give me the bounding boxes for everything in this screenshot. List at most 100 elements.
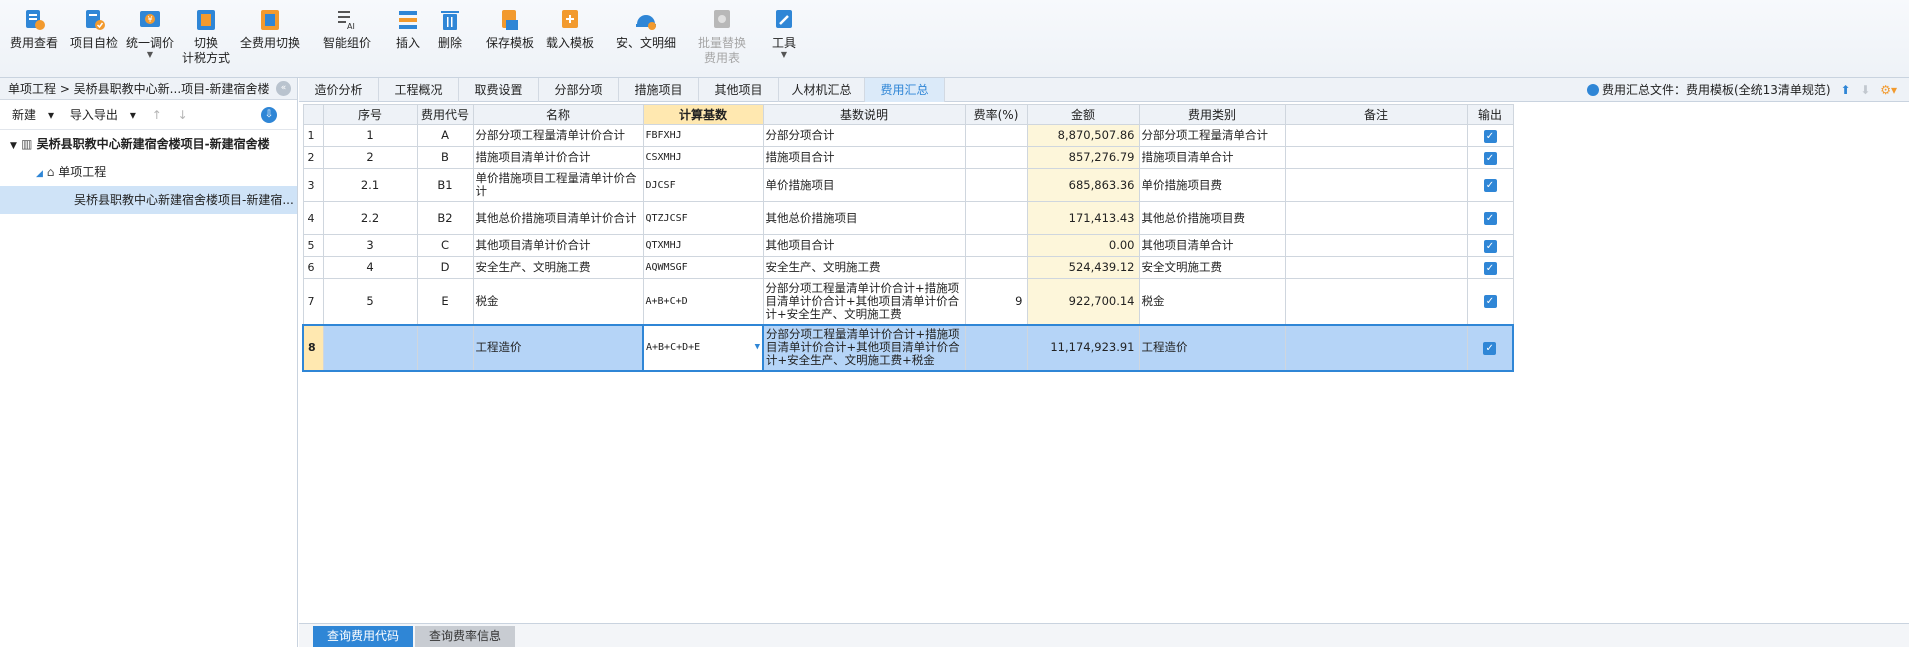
table-row[interactable]: 1 1 A 分部分项工程量清单计价合计 FBFXHJ 分部分项合计 8,870,… <box>302 124 1514 147</box>
name-cell[interactable]: 其他项目清单计价合计 <box>472 234 644 257</box>
seq-cell[interactable]: 2.1 <box>322 168 418 202</box>
dropdown-caret-icon[interactable]: ▼ <box>755 341 760 354</box>
collapse-arrow-icon[interactable]: ▼ <box>10 141 17 151</box>
tree-item-unit-project[interactable]: 吴桥县职教中心新建宿舍楼项目-新建宿... <box>0 186 297 214</box>
tab-other-items[interactable]: 其他项目 <box>699 78 779 102</box>
checkbox-checked-icon[interactable]: ✓ <box>1483 239 1497 253</box>
tab-query-fee-rate[interactable]: 查询费率信息 <box>415 626 516 647</box>
name-cell[interactable]: 工程造价 <box>472 323 644 372</box>
output-checkbox[interactable]: ✓ <box>1466 256 1514 279</box>
rate-cell[interactable]: 9 <box>964 278 1028 325</box>
rate-cell[interactable] <box>964 256 1028 279</box>
checkbox-checked-icon[interactable]: ✓ <box>1483 261 1497 275</box>
name-cell[interactable]: 其他总价措施项目清单计价合计 <box>472 201 644 235</box>
output-checkbox[interactable]: ✓ <box>1466 278 1514 325</box>
code-cell[interactable]: A <box>416 124 474 147</box>
output-checkbox[interactable]: ✓ <box>1466 146 1514 169</box>
category-cell[interactable]: 分部分项工程量清单合计 <box>1138 124 1286 147</box>
tree-root-project[interactable]: ▼ ▥ 吴桥县职教中心新建宿舍楼项目-新建宿舍楼 <box>0 130 297 158</box>
name-cell[interactable]: 措施项目清单计价合计 <box>472 146 644 169</box>
name-cell[interactable]: 分部分项工程量清单计价合计 <box>472 124 644 147</box>
category-cell[interactable]: 其他总价措施项目费 <box>1138 201 1286 235</box>
checkbox-checked-icon[interactable]: ✓ <box>1483 341 1497 355</box>
remark-cell[interactable] <box>1284 256 1468 279</box>
checkbox-checked-icon[interactable]: ✓ <box>1483 151 1497 165</box>
tab-labor-material-summary[interactable]: 人材机汇总 <box>779 78 865 102</box>
rate-cell[interactable] <box>964 124 1028 147</box>
remark-cell[interactable] <box>1284 124 1468 147</box>
column-header[interactable]: 名称 <box>472 104 644 125</box>
breadcrumb-text[interactable]: 单项工程 > 吴桥县职教中心新...项目-新建宿舍楼 <box>8 82 269 96</box>
table-row[interactable]: 6 4 D 安全生产、文明施工费 AQWMSGF 安全生产、文明施工费 524,… <box>302 256 1514 279</box>
seq-cell[interactable]: 4 <box>322 256 418 279</box>
column-header[interactable]: 费率(%) <box>964 104 1028 125</box>
basis-value[interactable]: A+B+C+D+E <box>646 342 700 353</box>
tools-button[interactable]: 工具 ▼ <box>766 8 802 59</box>
seq-cell[interactable] <box>322 323 418 372</box>
seq-cell[interactable]: 1 <box>322 124 418 147</box>
code-cell[interactable]: B2 <box>416 201 474 235</box>
tab-query-fee-code[interactable]: 查询费用代码 <box>313 626 414 647</box>
remark-cell[interactable] <box>1284 278 1468 325</box>
table-row[interactable]: 4 2.2 B2 其他总价措施项目清单计价合计 QTZJCSF 其他总价措施项目… <box>302 201 1514 235</box>
output-checkbox[interactable]: ✓ <box>1466 201 1514 235</box>
tab-cost-analysis[interactable]: 造价分析 <box>299 78 379 102</box>
name-cell[interactable]: 税金 <box>472 278 644 325</box>
code-cell[interactable]: E <box>416 278 474 325</box>
category-cell[interactable]: 单价措施项目费 <box>1138 168 1286 202</box>
table-row[interactable]: 3 2.1 B1 单价措施项目工程量清单计价合计 DJCSF 单价措施项目 68… <box>302 168 1514 202</box>
column-header[interactable]: 计算基数 <box>642 104 764 125</box>
tab-fee-summary[interactable]: 费用汇总 <box>865 78 945 102</box>
remark-cell[interactable] <box>1284 323 1468 372</box>
batch-replace-button[interactable]: 批量替换 费用表 <box>694 8 750 66</box>
column-header[interactable]: 费用类别 <box>1138 104 1286 125</box>
basis-cell[interactable]: FBFXHJ <box>642 124 764 147</box>
tree-item-single-project[interactable]: ◢ ⌂ 单项工程 <box>0 158 297 186</box>
table-row-selected[interactable]: 8 工程造价 A+B+C+D+E ▼ 分部分项工程量清单计价合计+措施项目清单计价… <box>302 323 1514 372</box>
smart-pricing-button[interactable]: AI 智能组价 <box>320 8 374 51</box>
rate-cell[interactable] <box>964 146 1028 169</box>
collapse-panel-icon[interactable]: « <box>276 81 291 96</box>
load-template-button[interactable]: 载入模板 <box>542 8 598 51</box>
rate-cell[interactable] <box>964 201 1028 235</box>
table-row[interactable]: 5 3 C 其他项目清单计价合计 QTXMHJ 其他项目合计 0.00 其他项目… <box>302 234 1514 257</box>
column-header[interactable]: 基数说明 <box>762 104 966 125</box>
seq-cell[interactable]: 2.2 <box>322 201 418 235</box>
table-row[interactable]: 7 5 E 税金 A+B+C+D 分部分项工程量清单计价合计+措施项目清单计价合… <box>302 278 1514 325</box>
delete-button[interactable]: 删除 <box>434 8 466 51</box>
code-cell[interactable]: C <box>416 234 474 257</box>
output-checkbox[interactable]: ✓ <box>1466 168 1514 202</box>
tab-measure-items[interactable]: 措施项目 <box>619 78 699 102</box>
column-header[interactable]: 输出 <box>1466 104 1514 125</box>
column-header[interactable]: 备注 <box>1284 104 1468 125</box>
name-cell[interactable]: 单价措施项目工程量清单计价合计 <box>472 168 644 202</box>
checkbox-checked-icon[interactable]: ✓ <box>1483 179 1497 192</box>
summary-file-selector[interactable]: 费用汇总文件：费用模板(全统13清单规范) ⬆ ⬇ ⚙▾ <box>1586 78 1897 102</box>
basis-cell[interactable]: QTXMHJ <box>642 234 764 257</box>
basis-cell[interactable]: QTZJCSF <box>642 201 764 235</box>
fee-view-button[interactable]: 费用查看 <box>8 8 60 51</box>
table-row[interactable]: 2 2 B 措施项目清单计价合计 CSXMHJ 措施项目合计 857,276.7… <box>302 146 1514 169</box>
column-header[interactable]: 金额 <box>1026 104 1140 125</box>
insert-button[interactable]: 插入 <box>392 8 424 51</box>
output-checkbox[interactable]: ✓ <box>1466 323 1514 372</box>
code-cell[interactable]: B <box>416 146 474 169</box>
category-cell[interactable]: 其他项目清单合计 <box>1138 234 1286 257</box>
switch-tax-button[interactable]: 切换 计税方式 <box>180 8 232 66</box>
checkbox-checked-icon[interactable]: ✓ <box>1483 295 1497 309</box>
rate-cell[interactable] <box>964 234 1028 257</box>
remark-cell[interactable] <box>1284 234 1468 257</box>
move-down-icon[interactable]: ↓ <box>178 108 188 122</box>
seq-cell[interactable]: 5 <box>322 278 418 325</box>
category-cell[interactable]: 税金 <box>1138 278 1286 325</box>
rate-cell[interactable] <box>964 323 1028 372</box>
checkbox-checked-icon[interactable]: ✓ <box>1483 129 1497 143</box>
code-cell[interactable]: B1 <box>416 168 474 202</box>
basis-cell[interactable]: DJCSF <box>642 168 764 202</box>
seq-cell[interactable]: 2 <box>322 146 418 169</box>
tab-fee-settings[interactable]: 取费设置 <box>459 78 539 102</box>
tab-division-items[interactable]: 分部分项 <box>539 78 619 102</box>
collapse-arrow-icon[interactable]: ◢ <box>36 169 43 179</box>
project-check-button[interactable]: 项目自检 <box>68 8 120 51</box>
output-checkbox[interactable]: ✓ <box>1466 234 1514 257</box>
